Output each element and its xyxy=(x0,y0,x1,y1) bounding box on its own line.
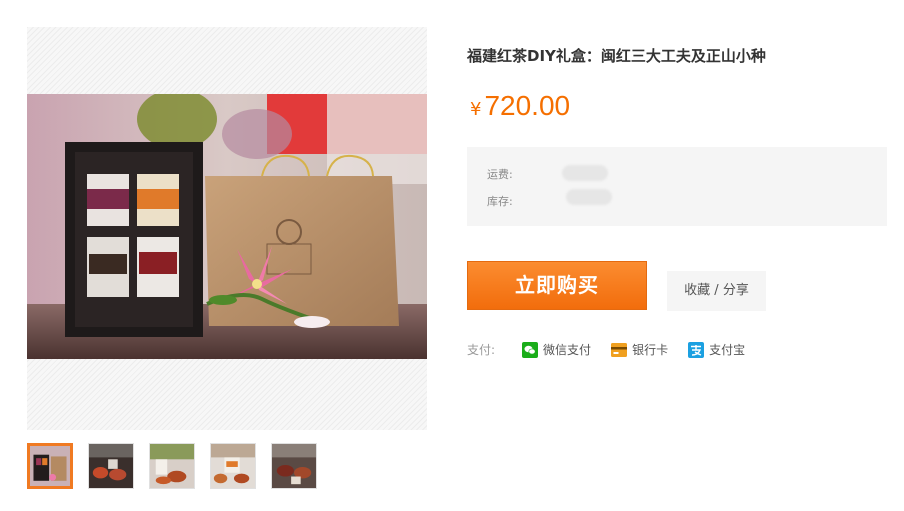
thumbnail-5[interactable] xyxy=(271,443,317,489)
payment-bank-card[interactable]: 银行卡 xyxy=(611,341,668,358)
payment-wechat[interactable]: 微信支付 xyxy=(522,341,591,358)
stock-value-placeholder xyxy=(566,189,612,205)
product-page: 福建红茶DIY礼盒：闽红三大工夫及正山小种 ¥720.00 运费: 库存: 立即… xyxy=(0,0,904,511)
payment-alipay[interactable]: 支付宝 xyxy=(688,341,745,358)
product-title: 福建红茶DIY礼盒：闽红三大工夫及正山小种 xyxy=(467,47,766,65)
wechat-pay-label: 微信支付 xyxy=(543,343,592,357)
alipay-label: 支付宝 xyxy=(709,343,746,357)
payment-methods: 支付: 微信支付 银行卡 支付宝 xyxy=(467,341,765,358)
shipping-value-placeholder xyxy=(562,165,608,181)
thumbnail-2[interactable] xyxy=(88,443,134,489)
stock-label: 库存: xyxy=(487,195,513,208)
thumbnail-3[interactable] xyxy=(149,443,195,489)
buy-now-button[interactable]: 立即购买 xyxy=(467,261,647,310)
shipping-stock-panel: 运费: 库存: xyxy=(467,147,887,226)
favorite-share-button[interactable]: 收藏 / 分享 xyxy=(667,271,766,311)
thumbnail-4[interactable] xyxy=(210,443,256,489)
product-price: ¥720.00 xyxy=(470,90,570,122)
price-amount: 720.00 xyxy=(484,90,571,121)
payment-label: 支付: xyxy=(467,343,496,357)
main-image-frame xyxy=(27,27,427,430)
shipping-label: 运费: xyxy=(487,168,513,181)
main-product-image[interactable] xyxy=(27,94,427,359)
alipay-icon xyxy=(688,341,705,358)
bank-card-icon xyxy=(611,342,628,358)
thumbnail-strip xyxy=(27,443,332,489)
wechat-pay-icon xyxy=(522,341,539,358)
price-currency: ¥ xyxy=(470,99,482,120)
bank-card-label: 银行卡 xyxy=(632,343,669,357)
thumbnail-1[interactable] xyxy=(27,443,73,489)
